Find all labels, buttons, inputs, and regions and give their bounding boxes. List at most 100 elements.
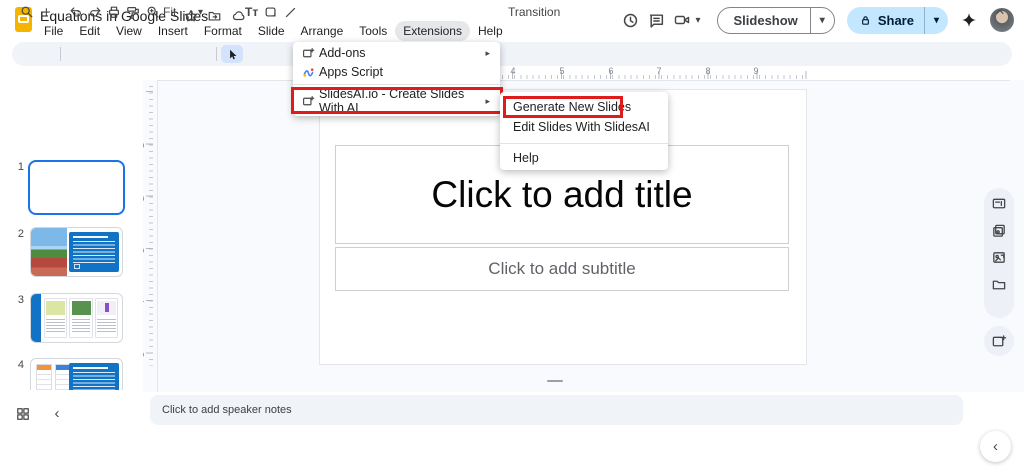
redo-button[interactable]	[88, 0, 103, 24]
printer-icon	[109, 6, 119, 18]
shape-icon	[265, 7, 276, 17]
menu-separator	[293, 84, 500, 85]
line-icon	[285, 7, 296, 17]
menu-tools[interactable]: Tools	[351, 21, 395, 41]
menu-arrange[interactable]: Arrange	[293, 21, 352, 41]
menu-separator	[500, 143, 668, 144]
title-placeholder-text: Click to add title	[431, 173, 693, 215]
folder-icon[interactable]	[991, 277, 1007, 292]
undo-icon	[70, 7, 81, 17]
highlight-box-generate-new-slides	[503, 96, 623, 118]
thumbnail-text-panel	[68, 363, 119, 390]
gallery-stack-icon[interactable]	[991, 223, 1007, 238]
slide-thumbnail-3[interactable]	[30, 293, 123, 343]
menu-item-label: Help	[513, 151, 539, 165]
menu-edit[interactable]: Edit	[71, 21, 108, 41]
search-menus-button[interactable]	[20, 0, 34, 24]
menu-bar: File Edit View Insert Format Slide Arran…	[36, 21, 511, 41]
textbox-tool-button[interactable]: Tт	[245, 0, 258, 24]
share-button[interactable]: Share ▾	[846, 6, 948, 34]
shape-tool-button[interactable]	[264, 0, 278, 24]
meet-caret-icon[interactable]: ▾	[695, 15, 700, 26]
ruler-number: 5	[559, 66, 565, 76]
chevron-left-icon: ‹	[54, 404, 60, 422]
slide-thumbnail-2[interactable]	[30, 227, 123, 277]
menu-view[interactable]: View	[108, 21, 150, 41]
image-export-icon[interactable]	[991, 250, 1007, 265]
submenu-arrow-icon: ▸	[485, 47, 490, 58]
transition-button[interactable]: Transition	[508, 0, 560, 24]
side-panel-addon-button[interactable]	[984, 326, 1014, 356]
google-slides-app: Equations in Google Slides File Edit Vie…	[0, 0, 1024, 468]
ruler-number: 4	[510, 66, 516, 76]
undo-button[interactable]	[68, 0, 83, 24]
speaker-notes-placeholder: Click to add speaker notes	[162, 404, 292, 416]
main-toolbar	[12, 42, 1012, 66]
subtitle-placeholder-text: Click to add subtitle	[488, 259, 636, 278]
menu-extensions[interactable]: Extensions	[395, 21, 470, 41]
menu-item-apps-script[interactable]: Apps Script	[293, 63, 500, 81]
grid-view-button[interactable]	[14, 405, 32, 423]
speaker-notes[interactable]: Click to add speaker notes	[150, 395, 963, 425]
zoom-in-icon	[147, 6, 159, 18]
version-history-button[interactable]	[617, 7, 643, 33]
ruler-number: 9	[753, 66, 759, 76]
thumbnail-table	[35, 364, 52, 390]
slide-thumbnail-1[interactable]	[28, 160, 125, 215]
meet-present-button[interactable]	[669, 7, 695, 33]
select-tool-button[interactable]	[221, 45, 243, 63]
transition-label: Transition	[508, 5, 561, 19]
menu-slide[interactable]: Slide	[250, 21, 293, 41]
header-actions: ▾ Slideshow ▾ Share ▾	[617, 0, 1024, 40]
menu-file[interactable]: File	[36, 21, 71, 41]
ruler-number: 7	[656, 66, 662, 76]
fit-caret-icon[interactable]: ▾	[198, 0, 203, 24]
highlight-box-slidesai	[291, 87, 503, 114]
menu-item-label: Apps Script	[319, 65, 383, 79]
collapse-filmstrip-button[interactable]: ‹	[48, 404, 66, 422]
lock-icon	[861, 15, 869, 25]
slideshow-caret-icon[interactable]: ▾	[811, 15, 834, 26]
vertical-ruler-line	[157, 80, 158, 392]
show-side-panel-button[interactable]: ‹	[980, 431, 1011, 462]
search-icon	[21, 6, 33, 18]
slide-resize-handle[interactable]	[547, 380, 563, 382]
zoom-button[interactable]	[146, 0, 160, 24]
collapse-toolbar-button[interactable]	[994, 0, 1006, 24]
thumbnail-text-panel	[68, 232, 119, 272]
toolbar-divider	[216, 47, 217, 61]
print-button[interactable]	[107, 0, 121, 24]
apps-script-icon	[303, 67, 313, 77]
share-caret-icon[interactable]: ▾	[925, 15, 948, 26]
slideshow-button[interactable]: Slideshow ▾	[716, 6, 835, 34]
addon-icon	[302, 47, 314, 57]
menu-insert[interactable]: Insert	[150, 21, 196, 41]
subtitle-placeholder[interactable]: Click to add subtitle	[335, 247, 789, 291]
menu-format[interactable]: Format	[196, 21, 250, 41]
paint-format-button[interactable]	[126, 0, 140, 24]
line-tool-button[interactable]	[284, 0, 297, 24]
chevron-up-icon	[996, 9, 1004, 15]
thumbnail-card	[43, 297, 68, 339]
grid-view-icon	[17, 408, 29, 420]
menu-item-help[interactable]: Help	[500, 149, 668, 167]
gemini-button[interactable]	[956, 7, 982, 33]
plus-icon: +	[42, 3, 51, 21]
slide-thumbnail-4[interactable]	[30, 358, 123, 390]
article-card-icon[interactable]	[991, 196, 1007, 211]
menu-help[interactable]: Help	[470, 21, 511, 41]
ruler-number: 6	[608, 66, 614, 76]
thumbnail-photo	[31, 228, 68, 276]
thumbnail-card	[94, 297, 119, 339]
redo-icon	[90, 7, 101, 17]
menu-item-add-ons[interactable]: Add-ons ▸	[293, 44, 500, 62]
comments-button[interactable]	[643, 7, 669, 33]
zoom-fit-select[interactable]: Fit	[163, 0, 176, 24]
menu-item-edit-slides[interactable]: Edit Slides With SlidesAI	[500, 118, 668, 136]
new-slide-button[interactable]: +	[42, 0, 51, 24]
add-slide-icon	[992, 334, 1007, 346]
slide-number: 2	[17, 228, 24, 240]
menu-item-label: Add-ons	[319, 46, 366, 60]
cursor-arrow-icon	[229, 49, 236, 59]
vertical-ruler-major-ticks	[146, 91, 153, 357]
